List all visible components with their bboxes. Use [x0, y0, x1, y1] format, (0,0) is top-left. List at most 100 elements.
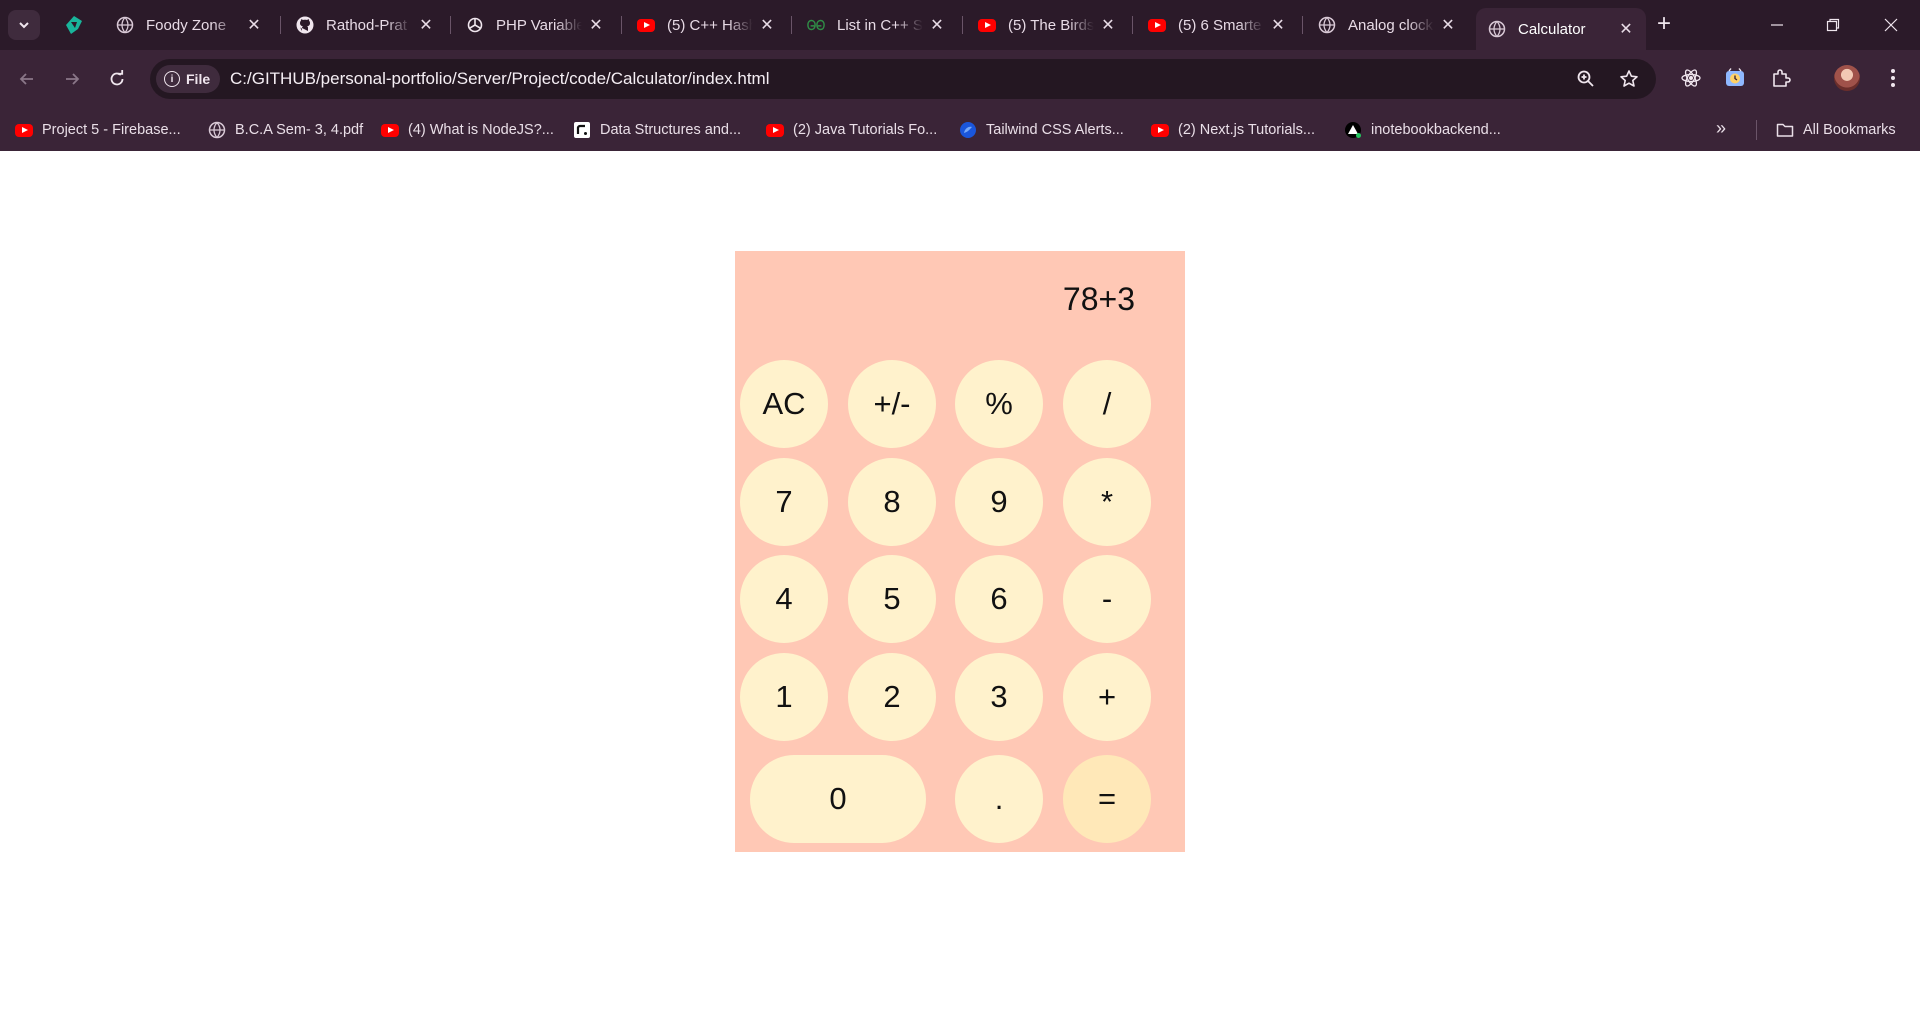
reload-icon [110, 70, 124, 86]
calculator-display: 78+3 [1062, 281, 1135, 317]
minimize-button[interactable] [1752, 8, 1802, 42]
tab-title: (5) C++ Hash [667, 16, 753, 34]
tab-3[interactable]: PHP Variable ✕ [454, 8, 616, 42]
tab-divider [450, 16, 451, 34]
bookmark-item[interactable]: Data Structures and... [573, 119, 741, 141]
youtube-icon [766, 121, 784, 139]
tab-divider [791, 16, 792, 34]
key-1[interactable]: 1 [740, 653, 828, 741]
bookmark-label: B.C.A Sem- 3, 4.pdf [235, 122, 364, 138]
key-8[interactable]: 8 [848, 458, 936, 546]
bookmark-star-icon[interactable] [1617, 67, 1641, 91]
info-icon: i [164, 71, 180, 87]
key-2[interactable]: 2 [848, 653, 936, 741]
key-multiply[interactable]: * [1063, 458, 1151, 546]
globe-icon [208, 121, 226, 139]
globe-icon [1318, 16, 1336, 34]
bookmark-item[interactable]: Project 5 - Firebase... [15, 119, 181, 141]
gfg-icon [807, 16, 825, 34]
bookmark-item[interactable]: (2) Next.js Tutorials... [1151, 119, 1315, 141]
tab-8[interactable]: Analog clock ✕ [1306, 8, 1468, 42]
close-icon[interactable]: ✕ [929, 17, 945, 34]
key-divide[interactable]: / [1063, 360, 1151, 448]
site-info-chip[interactable]: i File [156, 65, 221, 93]
close-icon[interactable]: ✕ [1270, 17, 1286, 34]
tab-7[interactable]: (5) 6 Smarte ✕ [1136, 8, 1298, 42]
bookmarks-bar: Project 5 - Firebase... B.C.A Sem- 3, 4.… [0, 108, 1920, 151]
bookmark-label: (2) Next.js Tutorials... [1178, 122, 1315, 138]
tab-title: (5) The Birds [1008, 16, 1094, 34]
zoom-icon[interactable] [1574, 67, 1598, 91]
tab-5[interactable]: List in C++ S ✕ [795, 8, 957, 42]
key-plus-minus[interactable]: +/- [848, 360, 936, 448]
tab-divider [1302, 16, 1303, 34]
browser-chrome: Foody Zone ✕ Rathod-Prat ✕ PHP Variable … [0, 0, 1920, 151]
key-subtract[interactable]: - [1063, 555, 1151, 643]
key-9[interactable]: 9 [955, 458, 1043, 546]
back-button[interactable] [10, 62, 44, 96]
key-5[interactable]: 5 [848, 555, 936, 643]
close-icon[interactable]: ✕ [1100, 17, 1116, 34]
new-tab-button[interactable]: + [1651, 10, 1677, 37]
key-6[interactable]: 6 [955, 555, 1043, 643]
key-add[interactable]: + [1063, 653, 1151, 741]
forward-button[interactable] [55, 62, 89, 96]
tab-search-button[interactable] [8, 10, 40, 40]
youtube-icon [1151, 121, 1169, 139]
bookmark-item[interactable]: (4) What is NodeJS?... [381, 119, 554, 141]
tab-2[interactable]: Rathod-Prat ✕ [284, 8, 446, 42]
close-icon[interactable]: ✕ [246, 17, 262, 34]
bookmark-item[interactable]: inotebookbackend... [1344, 119, 1501, 141]
youtube-icon [15, 121, 33, 139]
bookmark-label: inotebookbackend... [1371, 122, 1501, 138]
globe-icon [1488, 20, 1506, 38]
close-icon[interactable]: ✕ [1440, 17, 1456, 34]
profile-avatar[interactable] [1834, 65, 1860, 91]
folder-icon [1776, 121, 1794, 139]
react-devtools-icon[interactable] [1676, 63, 1706, 93]
app-logo-icon[interactable] [62, 13, 86, 37]
github-icon [296, 16, 314, 34]
address-bar[interactable]: i File C:/GITHUB/personal-portfolio/Serv… [150, 59, 1656, 99]
bookmark-item[interactable]: (2) Java Tutorials Fo... [766, 119, 937, 141]
tab-6[interactable]: (5) The Birds ✕ [966, 8, 1128, 42]
close-icon[interactable]: ✕ [418, 17, 434, 34]
flowbite-icon [959, 121, 977, 139]
url-text[interactable]: C:/GITHUB/personal-portfolio/Server/Proj… [230, 69, 770, 89]
tab-title: Rathod-Prat [326, 16, 407, 34]
site-chip-label: File [186, 71, 211, 87]
restore-button[interactable] [1808, 8, 1858, 42]
bookmarks-overflow-chevron-icon[interactable]: » [1716, 118, 1726, 139]
tab-1[interactable]: Foody Zone ✕ [104, 8, 274, 42]
extension-clock-icon[interactable] [1720, 63, 1750, 93]
tab-title: Analog clock [1348, 16, 1434, 34]
key-3[interactable]: 3 [955, 653, 1043, 741]
calculator: 78+3 AC +/- % / 7 8 9 * 4 5 6 - 1 2 3 + … [735, 251, 1185, 852]
key-7[interactable]: 7 [740, 458, 828, 546]
tab-active-calculator[interactable]: Calculator ✕ [1476, 8, 1646, 50]
bookmark-label: Project 5 - Firebase... [42, 122, 181, 138]
key-0[interactable]: 0 [750, 755, 926, 843]
key-all-clear[interactable]: AC [740, 360, 828, 448]
extensions-puzzle-icon[interactable] [1766, 63, 1796, 93]
key-4[interactable]: 4 [740, 555, 828, 643]
bookmark-label: Data Structures and... [600, 122, 742, 138]
key-percent[interactable]: % [955, 360, 1043, 448]
close-icon[interactable]: ✕ [1618, 21, 1634, 38]
close-icon[interactable]: ✕ [588, 17, 604, 34]
all-bookmarks-button[interactable]: All Bookmarks [1776, 119, 1896, 141]
bookmark-label: (2) Java Tutorials Fo... [793, 122, 938, 138]
close-icon [1884, 18, 1898, 32]
reload-button[interactable] [100, 62, 134, 96]
menu-kebab-icon[interactable] [1878, 63, 1908, 93]
tab-divider [621, 16, 622, 34]
key-equals[interactable]: = [1063, 755, 1151, 843]
close-icon[interactable]: ✕ [759, 17, 775, 34]
bookmark-item[interactable]: Tailwind CSS Alerts... [959, 119, 1124, 141]
tab-title: (5) 6 Smarte [1178, 16, 1262, 34]
key-decimal[interactable]: . [955, 755, 1043, 843]
close-window-button[interactable] [1866, 8, 1916, 42]
bookmark-item[interactable]: B.C.A Sem- 3, 4.pdf [208, 119, 363, 141]
tab-4[interactable]: (5) C++ Hash ✕ [625, 8, 787, 42]
tab-title: PHP Variable [496, 16, 582, 34]
